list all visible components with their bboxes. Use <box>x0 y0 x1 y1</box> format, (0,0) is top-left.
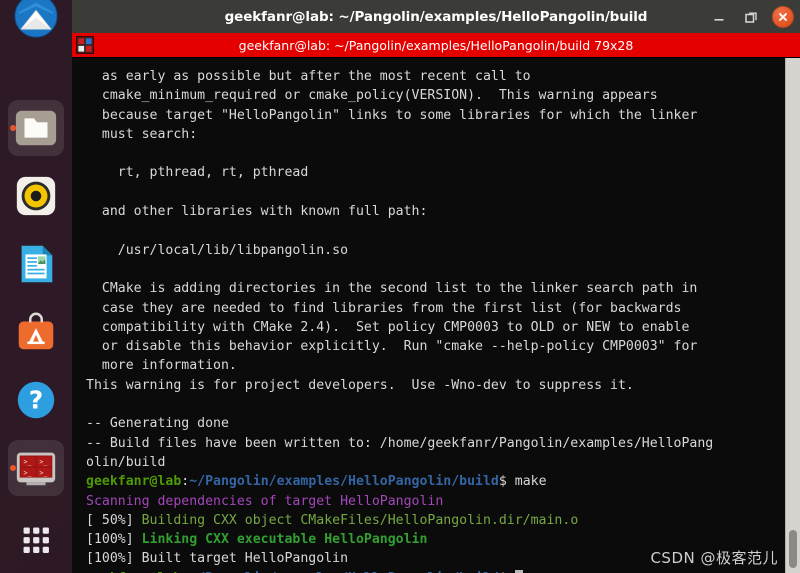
terminal-text: /usr/local/lib/libpangolin.so <box>86 242 349 258</box>
terminal-line: or disable this behavior explicitly. Run… <box>86 337 785 356</box>
terminal-line: [100%] Built target HelloPangolin <box>86 549 785 568</box>
running-indicator-dot <box>10 465 16 471</box>
terminal-line: must search: <box>86 125 785 144</box>
minimize-icon <box>714 18 724 21</box>
terminal-line: and other libraries with known full path… <box>86 202 785 221</box>
launcher-item-terminal[interactable]: >_ >_ >_ >_ <box>8 440 64 496</box>
terminal-line: more information. <box>86 356 785 375</box>
unity-launcher: ? >_ >_ >_ >_ <box>0 0 73 573</box>
terminal-text: because target "HelloPangolin" links to … <box>86 107 698 123</box>
question-mark-icon: ? <box>17 381 55 419</box>
terminal-line: olin/build <box>86 453 785 472</box>
terminal-text: must search: <box>86 126 198 142</box>
terminal-text: or disable this behavior explicitly. Run… <box>86 339 698 355</box>
terminal-text: [ 50%] <box>86 512 142 528</box>
window-titlebar[interactable]: geekfanr@lab: ~/Pangolin/examples/HelloP… <box>72 0 800 33</box>
document-icon <box>21 245 53 283</box>
terminal-line: -- Generating done <box>86 414 785 433</box>
folder-icon <box>15 110 57 146</box>
terminal-line: /usr/local/lib/libpangolin.so <box>86 241 785 260</box>
svg-text:>_: >_ <box>39 458 48 466</box>
launcher-item-files[interactable] <box>8 100 64 156</box>
terminal-line: -- Build files have been written to: /ho… <box>86 434 785 453</box>
terminal-scrollbar[interactable] <box>785 58 800 573</box>
terminal-text: -- Build files have been written to: /ho… <box>86 435 714 451</box>
terminal-line: because target "HelloPangolin" links to … <box>86 106 785 125</box>
terminal-text: cmake_minimum_required or cmake_policy(V… <box>86 88 658 104</box>
launcher-item-rhythmbox[interactable] <box>8 168 64 224</box>
grid-dots-icon <box>23 527 49 553</box>
terminal-line: CMake is adding directories in the secon… <box>86 279 785 298</box>
launcher-item-help[interactable]: ? <box>8 372 64 428</box>
launcher-item-thunderbird[interactable] <box>8 0 64 44</box>
terminal-text: compatibility with CMake 2.4). Set polic… <box>86 319 690 335</box>
terminal-text: more information. <box>86 358 237 374</box>
svg-text:>_: >_ <box>24 469 33 477</box>
window-controls <box>708 0 794 33</box>
terminal-line: This warning is for project developers. … <box>86 376 785 395</box>
desktop: ? >_ >_ >_ >_ geekfanr@lab: ~/Pangolin/e… <box>0 0 800 573</box>
terminal-text: [100%] Built target HelloPangolin <box>86 551 349 567</box>
terminal-text: CMake is adding directories in the secon… <box>86 281 698 297</box>
terminal-tabbar[interactable]: geekfanr@lab: ~/Pangolin/examples/HelloP… <box>72 33 800 58</box>
terminal-text: ~/Pangolin/examples/HelloPangolin/build <box>189 474 499 490</box>
terminal-text: Building CXX object CMakeFiles/HelloPang… <box>141 512 579 528</box>
minimize-button[interactable] <box>708 6 730 28</box>
terminal-line: [ 50%] Building CXX object CMakeFiles/He… <box>86 511 785 530</box>
terminal-line: geekfanr@lab:~/Pangolin/examples/HelloPa… <box>86 472 785 491</box>
launcher-item-ubuntu-software[interactable] <box>8 304 64 360</box>
running-indicator-dot <box>10 125 16 131</box>
terminal-line: geekfanr@lab:~/Pangolin/examples/HelloPa… <box>86 569 785 573</box>
restore-icon <box>745 12 757 23</box>
terminal-text: case they are needed to find libraries f… <box>86 300 682 316</box>
terminal-text: -- Generating done <box>86 416 229 432</box>
speaker-icon <box>16 176 56 216</box>
terminal-line: case they are needed to find libraries f… <box>86 299 785 318</box>
window-title: geekfanr@lab: ~/Pangolin/examples/HelloP… <box>224 8 648 25</box>
terminal-tab-title: geekfanr@lab: ~/Pangolin/examples/HelloP… <box>238 37 634 53</box>
terminal-text: Linking CXX executable HelloPangolin <box>141 532 428 548</box>
terminal-window: geekfanr@lab: ~/Pangolin/examples/HelloP… <box>72 0 800 573</box>
terminal-text: rt, pthread, rt, pthread <box>86 165 309 181</box>
terminal-line: [100%] Linking CXX executable HelloPango… <box>86 530 785 549</box>
svg-text:>_: >_ <box>39 469 48 477</box>
terminal-line: Scanning dependencies of target HelloPan… <box>86 492 785 511</box>
mail-icon <box>14 0 58 38</box>
close-icon <box>779 12 787 21</box>
scrollbar-thumb[interactable] <box>789 530 797 568</box>
launcher-item-show-applications[interactable] <box>8 512 64 568</box>
terminal-text: [100%] <box>86 532 142 548</box>
launcher-item-libreoffice-writer[interactable] <box>8 236 64 292</box>
terminal-line: cmake_minimum_required or cmake_policy(V… <box>86 86 785 105</box>
terminal-text: Scanning dependencies of target HelloPan… <box>86 493 444 509</box>
terminal-text: $ make <box>498 474 547 490</box>
terminal-text: and other libraries with known full path… <box>86 204 428 220</box>
maximize-button[interactable] <box>740 6 762 28</box>
svg-text:>_: >_ <box>24 458 33 466</box>
terminal-text: geekfanr@lab <box>86 474 182 490</box>
terminal-line: compatibility with CMake 2.4). Set polic… <box>86 318 785 337</box>
terminal-line: rt, pthread, rt, pthread <box>86 163 785 182</box>
terminal-icon: >_ >_ >_ >_ <box>16 452 56 486</box>
terminal-output[interactable]: as early as possible but after the most … <box>72 58 785 573</box>
close-button[interactable] <box>772 5 794 28</box>
terminal-text: as early as possible but after the most … <box>86 69 531 84</box>
shopping-bag-a-icon <box>18 312 54 350</box>
terminal-tab-icon <box>76 36 94 54</box>
svg-text:?: ? <box>29 386 43 415</box>
terminal-body: as early as possible but after the most … <box>72 58 800 573</box>
terminal-line: as early as possible but after the most … <box>86 67 785 86</box>
terminal-text: olin/build <box>86 454 166 470</box>
terminal-text: This warning is for project developers. … <box>86 377 634 393</box>
